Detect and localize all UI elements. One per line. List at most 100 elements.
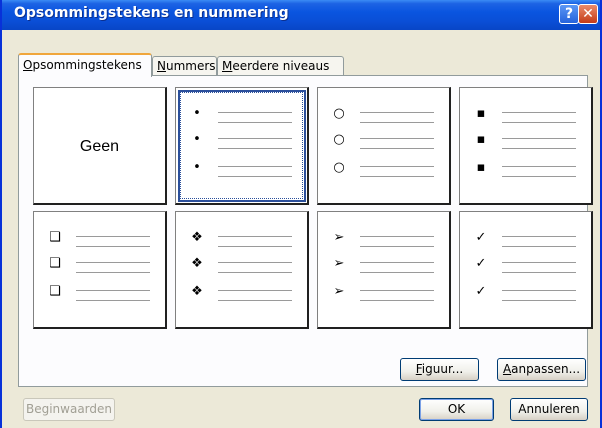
bullet-style-four-diamond[interactable]: ❖ ❖ ❖ (175, 211, 309, 329)
no-bullet-label: Geen (79, 138, 120, 155)
bullet-style-checkmark[interactable]: ✓ ✓ ✓ (459, 211, 593, 329)
bullet-preview-row: ▪ (460, 160, 591, 188)
dialog-window: Opsommingstekens en nummering ? ✕ Opsomm… (0, 0, 602, 428)
hollow-square-bullet-icon: ❑ (49, 230, 61, 245)
preview-text-line (502, 112, 576, 113)
tab-mnemonic: M (222, 59, 233, 73)
four-diamond-bullet-icon: ❖ (191, 230, 203, 245)
preview-text-line (360, 138, 434, 139)
preview-text-line (76, 300, 150, 301)
close-button[interactable]: ✕ (578, 4, 598, 24)
tab-mnemonic: N (157, 59, 166, 73)
preview-text-line (218, 262, 292, 263)
hollow-square-bullet-icon: ❑ (49, 256, 61, 271)
preview-text-line (502, 176, 576, 177)
preview-text-line (502, 290, 576, 291)
four-diamond-bullet-icon: ❖ (191, 256, 203, 271)
bullet-preview-row: • (176, 106, 307, 134)
preview-text-line (76, 262, 150, 263)
checkmark-bullet-icon: ✓ (475, 284, 487, 299)
hollow-circle-bullet-icon: ○ (333, 132, 345, 147)
button-label: anpassen... (511, 362, 581, 376)
close-icon: ✕ (582, 6, 594, 22)
preview-text-line (502, 148, 576, 149)
bullet-preview-row: ▪ (460, 132, 591, 160)
bullet-style-filled-square[interactable]: ▪ ▪ ▪ (459, 87, 593, 205)
preview-text-line (218, 176, 292, 177)
arrowhead-bullet-icon: ➢ (333, 256, 345, 271)
figuur-button[interactable]: Figuur... (400, 358, 479, 381)
preview-text-line (502, 246, 576, 247)
preview-text-line (502, 166, 576, 167)
hollow-square-bullet-icon: ❑ (49, 284, 61, 299)
preview-text-line (218, 138, 292, 139)
bullet-preview-row: • (176, 132, 307, 160)
filled-dot-bullet-icon: • (193, 106, 201, 121)
filled-square-bullet-icon: ▪ (476, 106, 486, 121)
tab-label: psommingstekens (32, 58, 142, 72)
filled-square-bullet-icon: ▪ (476, 160, 486, 175)
tab-meerdere-niveaus[interactable]: Meerdere niveaus (217, 56, 344, 75)
four-diamond-bullet-icon: ❖ (191, 284, 203, 299)
bullet-preview-row: ➢ (318, 284, 449, 312)
aanpassen-button[interactable]: Aanpassen... (497, 358, 586, 381)
help-icon: ? (564, 6, 574, 22)
preview-text-line (76, 246, 150, 247)
preview-text-line (360, 300, 434, 301)
preview-text-line (218, 112, 292, 113)
bullet-preview-row: ○ (318, 132, 449, 160)
bullet-preview-row: ✓ (460, 284, 591, 312)
preview-text-line (502, 236, 576, 237)
tab-panel: Geen • • • ○ ○ ○ ▪ ▪ ▪ ❑ ❑ ❑ ❖ ❖ ❖ ➢ ➢ ➢ ✓ ✓ ✓ Figuur... Aanp… (18, 75, 593, 387)
checkmark-bullet-icon: ✓ (475, 256, 487, 271)
hollow-circle-bullet-icon: ○ (333, 160, 345, 175)
preview-text-line (218, 290, 292, 291)
bullet-preview-row: ➢ (318, 256, 449, 284)
preview-text-line (218, 236, 292, 237)
preview-text-line (360, 122, 434, 123)
preview-text-line (360, 246, 434, 247)
button-mnemonic: A (502, 362, 512, 376)
preview-text-line (218, 122, 292, 123)
bullet-style-hollow-square[interactable]: ❑ ❑ ❑ (33, 211, 167, 329)
bullet-preview-row: ✓ (460, 230, 591, 258)
beginwaarden-button[interactable]: Beginwaarden (23, 398, 115, 421)
bullet-style-arrowhead[interactable]: ➢ ➢ ➢ (317, 211, 451, 329)
button-label: iguur... (421, 362, 464, 376)
preview-text-line (76, 290, 150, 291)
preview-text-line (502, 272, 576, 273)
help-button[interactable]: ? (559, 4, 579, 24)
filled-dot-bullet-icon: • (193, 132, 201, 147)
filled-dot-bullet-icon: • (193, 160, 201, 175)
bullet-preview-row: ❖ (176, 256, 307, 284)
preview-text-line (360, 112, 434, 113)
preview-text-line (218, 272, 292, 273)
preview-text-line (218, 166, 292, 167)
dialog-title: Opsommingstekens en nummering (14, 5, 289, 21)
preview-text-line (360, 272, 434, 273)
annuleren-button[interactable]: Annuleren (510, 398, 588, 421)
bullet-style-filled-dot[interactable]: • • • (175, 87, 309, 205)
preview-text-line (502, 262, 576, 263)
bullet-style-hollow-circle[interactable]: ○ ○ ○ (317, 87, 451, 205)
preview-text-line (502, 300, 576, 301)
filled-square-bullet-icon: ▪ (476, 132, 486, 147)
preview-text-line (218, 246, 292, 247)
arrowhead-bullet-icon: ➢ (333, 284, 345, 299)
preview-text-line (360, 290, 434, 291)
preview-text-line (360, 176, 434, 177)
ok-button[interactable]: OK (419, 398, 494, 421)
preview-text-line (360, 166, 434, 167)
title-bar[interactable]: Opsommingstekens en nummering ? ✕ (2, 0, 600, 30)
bullet-preview-row: ❑ (34, 256, 165, 284)
bullet-preview-row: ✓ (460, 256, 591, 284)
tab-nummers[interactable]: Nummers (152, 56, 217, 75)
bullet-preview-row: ❖ (176, 284, 307, 312)
tab-opsommingstekens[interactable]: Opsommingstekens (18, 53, 152, 77)
bullet-preview-row: ❖ (176, 230, 307, 258)
checkmark-bullet-icon: ✓ (475, 230, 487, 245)
preview-text-line (218, 300, 292, 301)
bullet-style-geen[interactable]: Geen (33, 87, 167, 205)
arrowhead-bullet-icon: ➢ (333, 230, 345, 245)
bullet-preview-row: ❑ (34, 230, 165, 258)
